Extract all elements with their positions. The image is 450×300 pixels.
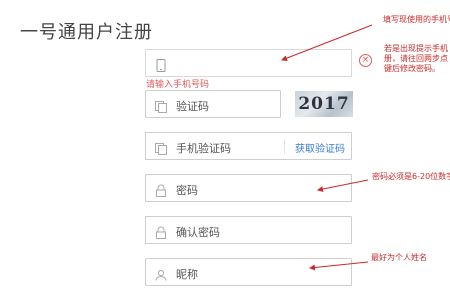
arrow-to-password [317, 179, 369, 192]
arrow-to-nickname [309, 261, 369, 271]
arrow-to-phone [281, 24, 373, 61]
annotation-arrows [281, 24, 373, 271]
